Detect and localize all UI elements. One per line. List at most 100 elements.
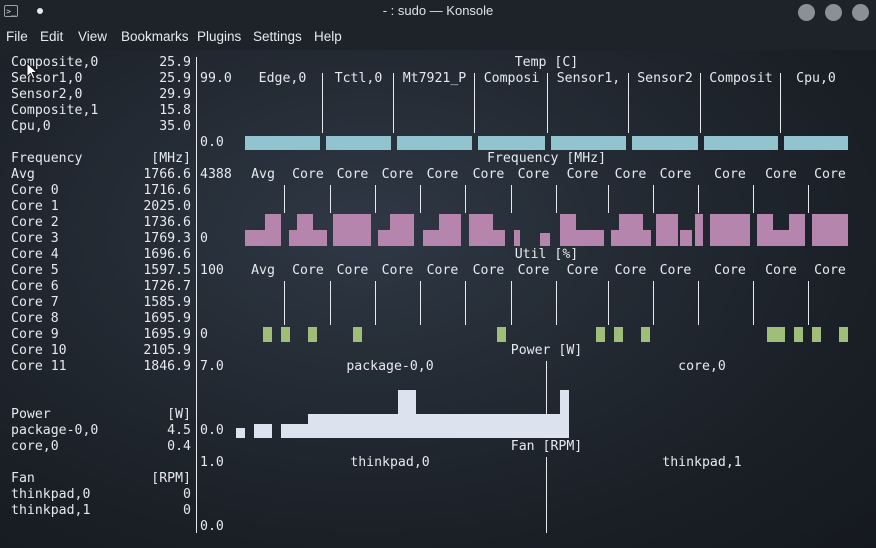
power-bar (416, 414, 425, 438)
temp-column-label: Sensor2 (637, 71, 693, 86)
fan-sensor-name: thinkpad,0 (11, 487, 91, 502)
freq-column-separator (375, 185, 376, 213)
util-bar (839, 327, 848, 342)
power-bar (263, 424, 272, 438)
util-bar (812, 327, 821, 342)
temp-column-label: Tctl,0 (334, 71, 383, 86)
fan-sensor-value: 0 (183, 487, 191, 502)
temp-column-label: Cpu,0 (796, 71, 836, 86)
util-column-label: Core (336, 263, 369, 278)
freq-core-name: Core 10 (11, 343, 67, 358)
temp-bar (632, 136, 698, 150)
fan-column-label: thinkpad,0 (350, 455, 430, 470)
temp-column-separator (547, 73, 548, 133)
terminal-area[interactable]: Composite,0 25.9 Sensor1,0 25.9 Sensor2,0 29.… (0, 50, 876, 548)
util-column-separator (653, 281, 654, 325)
power-bar (488, 414, 497, 438)
power-bar (236, 428, 245, 438)
maximize-button[interactable] (825, 4, 842, 21)
menu-view[interactable]: View (78, 29, 107, 44)
util-column-label: Core (426, 263, 459, 278)
freq-bar (469, 214, 493, 246)
freq-column-label: Avg (251, 167, 275, 182)
freq-column-label: Core (336, 167, 369, 182)
temp-panel-title: Temp [C] (514, 55, 579, 70)
temp-column-separator (393, 73, 394, 133)
power-bar (299, 424, 308, 438)
power-bar (326, 414, 335, 438)
power-bar (542, 414, 551, 438)
freq-bar (611, 230, 619, 246)
power-sensor-name: core,0 (11, 439, 59, 454)
menu-edit[interactable]: Edit (40, 29, 63, 44)
temp-column-label: Mt7921_P (402, 71, 467, 86)
freq-core-name: Core 5 (11, 263, 59, 278)
temp-bar (478, 136, 545, 150)
freq-bar (439, 214, 461, 246)
power-bar (290, 424, 299, 438)
window-title: - : sudo — Konsole (382, 3, 494, 18)
util-column-separator (808, 281, 809, 325)
util-panel-title: Util [%] (514, 247, 579, 262)
freq-bar (333, 214, 371, 246)
menu-file[interactable]: File (6, 29, 28, 44)
fan-sensor-name: thinkpad,1 (11, 503, 91, 518)
util-column-separator (753, 281, 754, 325)
util-column-separator (608, 281, 609, 325)
power-bar (506, 414, 515, 438)
freq-core-value: 1766.6 (143, 167, 191, 182)
freq-column-separator (698, 185, 699, 213)
menu-help[interactable]: Help (314, 29, 342, 44)
temp-column-label: Edge,0 (258, 71, 307, 86)
freq-core-name: Core 9 (11, 327, 59, 342)
freq-core-name: Core 1 (11, 199, 59, 214)
freq-bar (560, 214, 576, 246)
freq-bar (576, 230, 604, 246)
freq-bar (789, 214, 805, 246)
menu-settings[interactable]: Settings (253, 29, 302, 44)
temp-sensor-value: 29.9 (159, 87, 191, 102)
freq-core-value: 1696.6 (143, 247, 191, 262)
temp-scale-min: 0.0 (200, 135, 224, 150)
util-column-label: Avg (251, 263, 275, 278)
temp-column-separator (700, 73, 701, 133)
freq-sidebar-header: Frequency (11, 151, 83, 166)
freq-bar (265, 214, 281, 246)
power-bar (434, 414, 443, 438)
mouse-pointer-icon (26, 62, 39, 80)
freq-bar (757, 214, 773, 246)
power-bar (308, 414, 317, 438)
power-bar (281, 424, 290, 438)
temp-bar (551, 136, 626, 150)
freq-core-value: 1769.3 (143, 231, 191, 246)
util-column-separator (698, 281, 699, 325)
power-scale-max: 7.0 (200, 359, 224, 374)
freq-bar (773, 230, 789, 246)
freq-column-label: Core (566, 167, 599, 182)
close-button[interactable] (852, 4, 869, 21)
temp-bar (397, 136, 472, 150)
freq-core-name: Core 7 (11, 295, 59, 310)
temp-sensor-name: Cpu,0 (11, 119, 51, 134)
freq-bar (812, 214, 848, 246)
util-column-separator (465, 281, 466, 325)
minimize-button[interactable] (798, 4, 815, 21)
freq-core-value: 1846.9 (143, 359, 191, 374)
temp-bar (245, 136, 320, 150)
temp-sensor-value: 35.0 (159, 119, 191, 134)
freq-column-label: Core (614, 167, 647, 182)
fan-sidebar-header: Fan (11, 471, 35, 486)
freq-core-name: Core 11 (11, 359, 67, 374)
util-column-label: Core (472, 263, 505, 278)
freq-bar (313, 230, 327, 246)
freq-core-value: 1597.5 (143, 263, 191, 278)
menu-plugins[interactable]: Plugins (197, 29, 241, 44)
menu-bookmarks[interactable]: Bookmarks (121, 29, 189, 44)
power-column-label: core,0 (678, 359, 726, 374)
temp-bar (784, 136, 848, 150)
freq-bar (680, 230, 692, 246)
util-column-separator (330, 281, 331, 325)
util-column-label: Core (292, 263, 324, 278)
power-bar (533, 414, 542, 438)
temp-sensor-value: 25.9 (159, 71, 191, 86)
